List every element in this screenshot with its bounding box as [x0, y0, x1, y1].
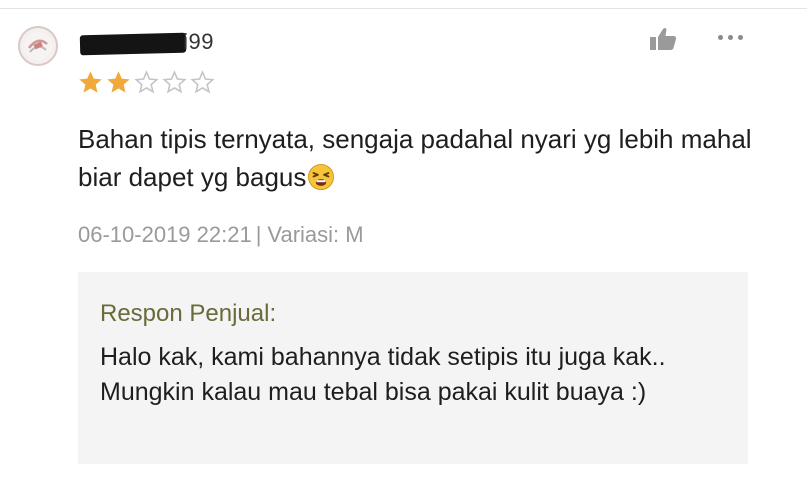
avatar-icon: [24, 32, 52, 60]
thumbs-up-icon[interactable]: [648, 26, 678, 52]
username-redaction: [79, 32, 187, 56]
review-meta: 06-10-2019 22:21 | Variasi: M: [78, 222, 364, 248]
seller-response-title: Respon Penjual:: [100, 300, 277, 327]
meta-separator: |: [255, 222, 262, 247]
avatar[interactable]: [18, 26, 58, 66]
review-text-body: Bahan tipis ternyata, sengaja padahal ny…: [78, 124, 752, 192]
star-filled-icon: [79, 71, 102, 93]
seller-response-text: Halo kak, kami bahannya tidak setipis it…: [100, 343, 666, 406]
seller-response-box: Respon Penjual: Halo kak, kami bahannya …: [78, 272, 748, 464]
review-date: 06-10-2019 22:21: [78, 222, 252, 247]
more-dot: [728, 34, 733, 40]
username-suffix: i99: [183, 29, 214, 54]
more-options-icon[interactable]: [718, 30, 750, 44]
review-variation: Variasi: M: [267, 222, 364, 247]
username: i99: [78, 28, 228, 58]
more-dot: [738, 34, 743, 40]
review-item: i99 Bahan tipis ternyata, sengaja padaha…: [0, 0, 807, 491]
more-dot: [718, 34, 723, 40]
star-empty-icon: [190, 70, 215, 94]
star-filled-icon: [107, 71, 130, 93]
review-text: Bahan tipis ternyata, sengaja padahal ny…: [78, 120, 778, 196]
tired-face-emoji-icon: [308, 164, 335, 190]
star-empty-icon: [134, 70, 159, 94]
star-rating: [77, 69, 216, 96]
star-empty-icon: [162, 70, 187, 94]
